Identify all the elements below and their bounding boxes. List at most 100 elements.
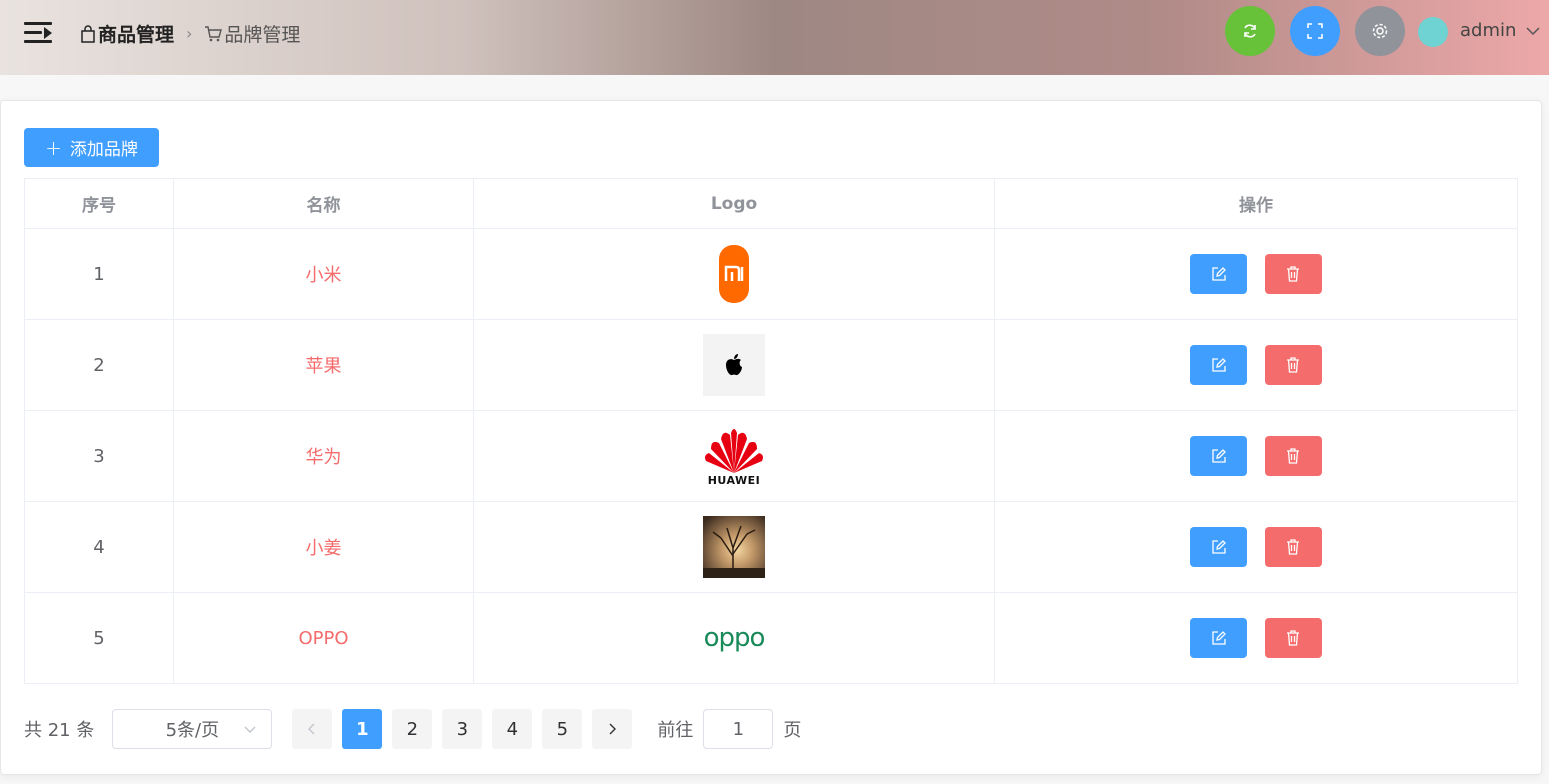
edit-icon (1211, 267, 1226, 281)
column-header-logo: Logo (473, 178, 995, 229)
username: admin (1460, 20, 1517, 41)
logo-cell (473, 501, 995, 593)
chevron-left-icon (308, 723, 315, 735)
breadcrumb-label: 商品管理 (98, 24, 175, 46)
brand-name: 苹果 (173, 319, 474, 411)
refresh-icon (1244, 24, 1256, 38)
page-size-select[interactable]: 5条/页 (112, 709, 273, 749)
breadcrumb: 商品管理 › 品牌管理 (80, 20, 300, 47)
edit-icon (1211, 540, 1226, 554)
refresh-button[interactable] (1225, 6, 1275, 56)
page-button-3[interactable]: 3 (442, 709, 483, 749)
huawei-logo: HUAWEI (703, 425, 765, 487)
user-menu[interactable]: admin (1460, 20, 1540, 41)
chevron-down-icon (244, 726, 256, 733)
chevron-right-icon: › (186, 24, 193, 43)
chevron-right-icon (609, 723, 617, 735)
logo-cell: HUAWEI (473, 410, 995, 502)
add-brand-label: 添加品牌 (69, 140, 138, 160)
settings-button[interactable] (1355, 6, 1405, 56)
column-header-actions: 操作 (994, 178, 1518, 229)
trash-icon (1287, 357, 1300, 373)
brand-name: OPPO (173, 592, 474, 684)
table-header-row: 序号 名称 Logo 操作 (24, 178, 1518, 229)
trash-icon (1287, 539, 1300, 555)
chevron-down-icon (1526, 26, 1540, 35)
actions-cell (994, 501, 1518, 593)
next-page-button[interactable] (592, 709, 633, 749)
breadcrumb-label: 品牌管理 (224, 24, 301, 46)
actions-cell (994, 592, 1518, 684)
trash-icon (1287, 266, 1300, 282)
table-row: 4 小姜 (24, 501, 1518, 593)
table-row: 3 华为 HUAWEI (24, 410, 1518, 502)
breadcrumb-item-goods[interactable]: 商品管理 (80, 20, 174, 47)
edit-button[interactable] (1190, 254, 1248, 294)
breadcrumb-item-brand: 品牌管理 (204, 20, 300, 47)
goto-page-input[interactable] (703, 709, 774, 749)
row-index: 4 (24, 501, 174, 593)
fullscreen-icon (1307, 23, 1323, 39)
oppo-logo: oppo (703, 607, 766, 669)
oppo-wordmark: oppo (703, 623, 766, 653)
row-index: 5 (24, 592, 174, 684)
edit-icon (1211, 631, 1226, 645)
top-header: 商品管理 › 品牌管理 admin (0, 0, 1549, 75)
goto-label: 前往 (657, 720, 694, 741)
add-brand-button[interactable]: + 添加品牌 (24, 128, 159, 167)
column-header-index: 序号 (24, 178, 174, 229)
logo-cell: oppo (473, 592, 995, 684)
column-header-name: 名称 (173, 178, 474, 229)
menu-toggle-icon[interactable] (24, 22, 52, 44)
delete-button[interactable] (1264, 527, 1322, 567)
edit-icon (1211, 449, 1226, 463)
edit-button[interactable] (1190, 618, 1248, 658)
table-row: 2 苹果 (24, 319, 1518, 411)
page-size-value: 5条/页 (165, 720, 220, 741)
fullscreen-button[interactable] (1290, 6, 1340, 56)
actions-cell (994, 410, 1518, 502)
trash-icon (1287, 630, 1300, 646)
pagination: 共 21 条 5条/页 1 2 3 4 5 前往 页 (24, 709, 801, 749)
total-count: 共 21 条 (24, 720, 95, 741)
row-index: 1 (24, 228, 174, 320)
table-row: 1 小米 (24, 228, 1518, 320)
logo-cell (473, 319, 995, 411)
table-row: 5 OPPO oppo (24, 592, 1518, 684)
apple-logo (703, 334, 765, 396)
page-button-5[interactable]: 5 (542, 709, 583, 749)
actions-cell (994, 228, 1518, 320)
delete-button[interactable] (1264, 254, 1322, 294)
goto-page: 前往 页 (657, 709, 801, 749)
trash-icon (1287, 448, 1300, 464)
brand-name: 小米 (173, 228, 474, 320)
edit-icon (1211, 358, 1226, 372)
plus-icon: + (45, 135, 62, 160)
prev-page-button[interactable] (292, 709, 333, 749)
edit-button[interactable] (1190, 527, 1248, 567)
delete-button[interactable] (1264, 345, 1322, 385)
brand-table: 序号 名称 Logo 操作 1 小米 2 苹果 3 华为 HUAWEI 4 小姜… (24, 178, 1518, 684)
edit-button[interactable] (1190, 436, 1248, 476)
logo-cell (473, 228, 995, 320)
edit-button[interactable] (1190, 345, 1248, 385)
page-suffix: 页 (783, 720, 802, 741)
delete-button[interactable] (1264, 436, 1322, 476)
photo-tree-sunset (703, 516, 765, 578)
brand-name: 小姜 (173, 501, 474, 593)
delete-button[interactable] (1264, 618, 1322, 658)
brand-card: + 添加品牌 序号 名称 Logo 操作 1 小米 2 苹果 3 华为 HUAW… (0, 100, 1542, 775)
row-index: 3 (24, 410, 174, 502)
page-button-1[interactable]: 1 (342, 709, 383, 749)
brand-name: 华为 (173, 410, 474, 502)
huawei-wordmark: HUAWEI (707, 474, 761, 487)
xiaomi-logo (703, 243, 765, 305)
page-button-4[interactable]: 4 (492, 709, 533, 749)
gear-icon (1372, 23, 1388, 39)
shopping-cart-icon (205, 25, 223, 41)
avatar[interactable] (1418, 17, 1448, 47)
page-button-2[interactable]: 2 (392, 709, 433, 749)
shopping-bag-icon (81, 24, 95, 43)
actions-cell (994, 319, 1518, 411)
row-index: 2 (24, 319, 174, 411)
